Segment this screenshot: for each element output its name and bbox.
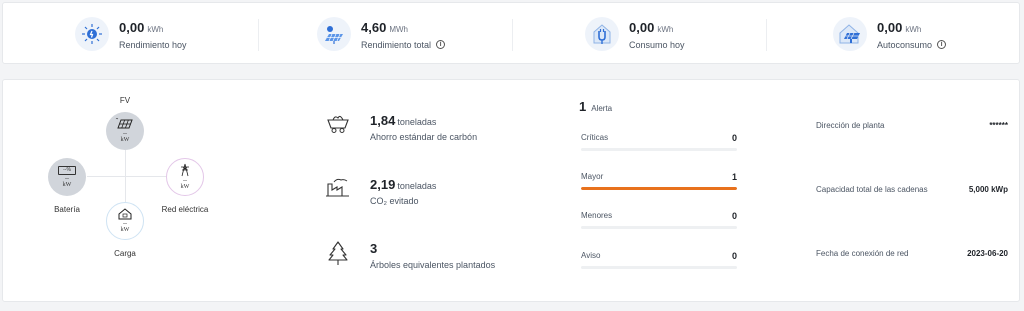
kpi-value: 4,60 — [361, 19, 387, 35]
alert-level-bar — [581, 148, 737, 151]
alert-level-row[interactable]: Críticas 0 — [581, 133, 737, 151]
alert-level-row[interactable]: Menores 0 — [581, 211, 737, 229]
house-icon — [118, 208, 132, 220]
solar-panel-icon — [115, 118, 133, 129]
divider — [258, 19, 259, 51]
battery-label: Batería — [54, 205, 80, 214]
battery-unit: kW — [62, 181, 72, 188]
kpi-value: 0,00 — [629, 19, 655, 35]
env-unit: toneladas — [397, 181, 437, 191]
kpi-label: Rendimiento total — [361, 39, 432, 50]
alert-level-bar — [581, 266, 737, 269]
alert-level-name: Mayor — [581, 172, 604, 181]
alert-level-count: 0 — [731, 133, 737, 143]
grid-unit: kW — [180, 184, 190, 190]
kpi-yield-total: 4,60 MWh Rendimiento total i — [317, 3, 446, 65]
alert-level-fill — [581, 187, 737, 190]
kpi-unit: MWh — [389, 24, 408, 34]
env-value: 2,19 — [370, 177, 396, 192]
detail-grid-connection-date: Fecha de conexión de red 2023-06-20 — [816, 249, 1008, 258]
kpi-value: 0,00 — [877, 19, 903, 35]
alert-level-count: 1 — [731, 172, 737, 182]
env-label: Árboles equivalentes plantados — [370, 260, 496, 270]
detail-plant-address: Dirección de planta ****** — [816, 121, 1008, 130]
info-icon[interactable]: i — [937, 40, 947, 49]
pv-node[interactable]: -- kW — [106, 112, 144, 150]
kpi-consumption-today: 0,00 kWh Consumo hoy — [585, 3, 685, 65]
kpi-label: Consumo hoy — [629, 39, 685, 50]
env-trees-planted: 3 Árboles equivalentes plantados — [325, 240, 495, 270]
info-icon[interactable]: i — [436, 40, 446, 49]
alert-level-row[interactable]: Mayor 1 — [581, 172, 737, 190]
env-value: 3 — [370, 241, 378, 256]
house-solar-icon — [833, 17, 867, 51]
alert-level-count: 0 — [731, 211, 737, 221]
kpi-value: 0,00 — [119, 19, 145, 35]
env-coal-saved: 1,84 toneladas Ahorro estándar de carbón — [325, 112, 477, 142]
grid-label: Red eléctrica — [161, 205, 209, 214]
load-label: Carga — [114, 249, 136, 258]
detail-label: Capacidad total de las cadenas — [816, 185, 928, 194]
kpi-label: Autoconsumo — [877, 39, 933, 50]
grid-node[interactable]: -- kW — [166, 158, 204, 196]
alert-level-name: Críticas — [581, 133, 609, 142]
pv-label: FV — [119, 96, 131, 105]
env-unit: toneladas — [397, 117, 437, 127]
battery-icon: --% — [58, 165, 76, 175]
alert-level-name: Menores — [581, 211, 613, 220]
divider — [512, 19, 513, 51]
kpi-unit: kWh — [905, 24, 922, 34]
plug-consumption-icon — [585, 17, 619, 51]
load-node[interactable]: -- kW — [106, 202, 144, 240]
kpi-self-consumption: 0,00 kWh Autoconsumo i — [833, 3, 947, 65]
plant-overview-card: FV -- kW --% -- kW Batería -- kW Red elé… — [2, 79, 1020, 302]
detail-value: 5,000 kWp — [968, 185, 1008, 194]
alert-level-bar — [581, 226, 737, 229]
factory-icon — [325, 176, 351, 198]
env-value: 1,84 — [370, 113, 396, 128]
flow-line — [87, 176, 167, 177]
alert-summary[interactable]: 1 Alerta — [579, 99, 612, 114]
tree-icon — [325, 240, 351, 266]
coal-cart-icon — [325, 112, 351, 134]
env-co2-avoided: 2,19 toneladas CO₂ evitado — [325, 176, 436, 206]
alert-level-count: 0 — [731, 251, 737, 261]
divider — [766, 19, 767, 51]
solar-panel-icon — [317, 17, 351, 51]
kpi-summary-card: 0,00 kWh Rendimiento hoy 4,60 MWh Rendimie… — [2, 2, 1020, 64]
pv-unit: kW — [120, 137, 130, 143]
detail-label: Fecha de conexión de red — [816, 249, 909, 258]
detail-string-capacity: Capacidad total de las cadenas 5,000 kWp — [816, 185, 1008, 194]
detail-label: Dirección de planta — [816, 121, 885, 130]
env-label: Ahorro estándar de carbón — [370, 132, 478, 142]
alert-total: 1 — [579, 99, 587, 114]
load-unit: kW — [120, 227, 130, 233]
alert-label: Alerta — [591, 104, 613, 113]
alert-level-row[interactable]: Aviso 0 — [581, 251, 737, 269]
kpi-yield-today: 0,00 kWh Rendimiento hoy — [75, 3, 187, 65]
sun-energy-icon — [75, 17, 109, 51]
power-tower-icon — [181, 163, 189, 177]
battery-node[interactable]: --% -- kW — [48, 158, 86, 196]
detail-value: 2023-06-20 — [967, 249, 1008, 258]
kpi-label: Rendimiento hoy — [119, 39, 187, 50]
env-label: CO₂ evitado — [370, 196, 419, 206]
kpi-unit: kWh — [657, 24, 674, 34]
alert-level-bar — [581, 187, 737, 190]
detail-value: ****** — [989, 121, 1008, 130]
kpi-unit: kWh — [147, 24, 164, 34]
alert-level-name: Aviso — [581, 251, 601, 260]
battery-soc: --% — [63, 166, 71, 173]
